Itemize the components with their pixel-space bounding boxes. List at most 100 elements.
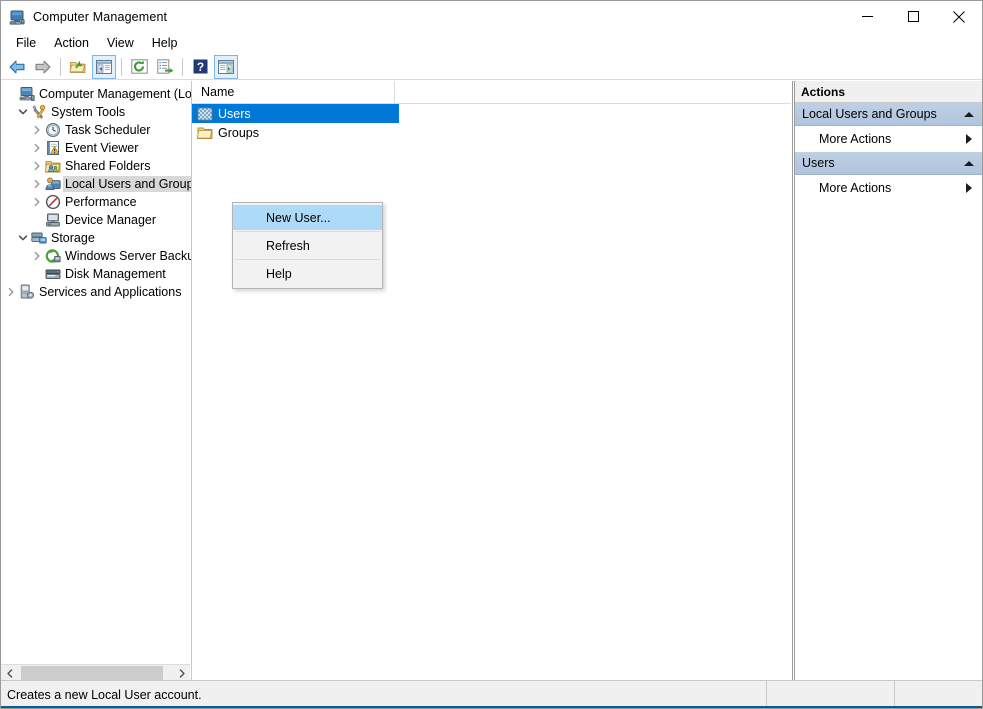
actions-group-header-local-users-and-groups[interactable]: Local Users and Groups <box>795 103 982 126</box>
title-bar: Computer Management <box>1 1 982 32</box>
refresh-icon[interactable] <box>127 55 151 79</box>
twist-placeholder <box>29 211 45 229</box>
users-folder-icon <box>197 106 213 122</box>
menu-help[interactable]: Help <box>143 34 187 52</box>
list-item-users[interactable]: Users <box>192 104 399 123</box>
svg-text:?: ? <box>196 60 203 74</box>
shared-folders-icon <box>44 158 61 174</box>
main-content: Computer Management (Local System Tools … <box>1 81 982 682</box>
tree-item-event-viewer[interactable]: Event Viewer <box>1 139 191 157</box>
status-message: Creates a new Local User account. <box>7 687 202 702</box>
toolbar-separator <box>121 57 122 76</box>
actions-pane: Actions Local Users and Groups More Acti… <box>794 81 982 682</box>
up-folder-icon[interactable] <box>66 55 90 79</box>
back-icon[interactable] <box>5 55 29 79</box>
tree-item-system-tools[interactable]: System Tools <box>1 103 191 121</box>
tree-item-storage[interactable]: Storage <box>1 229 191 247</box>
menu-action[interactable]: Action <box>45 34 98 52</box>
chevron-right-icon[interactable] <box>29 247 45 265</box>
event-viewer-icon <box>45 140 61 156</box>
performance-icon <box>45 194 61 210</box>
forward-icon[interactable] <box>31 55 55 79</box>
toolbar: ? <box>1 54 982 80</box>
computer-management-icon <box>9 9 25 25</box>
maximize-button[interactable] <box>890 1 936 32</box>
export-list-icon[interactable] <box>153 55 177 79</box>
status-segment-3 <box>894 681 982 708</box>
disk-management-icon <box>45 266 61 282</box>
storage-icon <box>31 230 47 246</box>
tree-item-shared-folders[interactable]: Shared Folders <box>1 157 191 175</box>
action-item-more-actions-local-users-and-groups[interactable]: More Actions <box>795 126 982 152</box>
context-menu-item-help[interactable]: Help <box>233 261 382 286</box>
console-tree-pane: Computer Management (Local System Tools … <box>1 81 192 682</box>
toolbar-separator <box>60 57 61 76</box>
actions-pane-title: Actions <box>795 81 982 103</box>
chevron-right-icon[interactable] <box>29 193 45 211</box>
console-tree: Computer Management (Local System Tools … <box>1 85 191 301</box>
menu-view[interactable]: View <box>98 34 143 52</box>
action-item-more-actions-users[interactable]: More Actions <box>795 175 982 201</box>
tree-item-windows-server-backup[interactable]: Windows Server Backup <box>1 247 191 265</box>
tree-item-label: Storage <box>51 231 95 245</box>
menu-file[interactable]: File <box>7 34 45 52</box>
actions-group-label: Users <box>802 156 835 170</box>
chevron-right-icon[interactable] <box>3 283 19 301</box>
windows-server-backup-icon <box>45 248 61 264</box>
services-applications-icon <box>19 284 35 300</box>
context-menu-separator <box>235 259 380 260</box>
window-title: Computer Management <box>33 9 168 24</box>
twist-placeholder <box>29 265 45 283</box>
context-menu-separator <box>235 231 380 232</box>
action-item-label: More Actions <box>819 181 892 195</box>
chevron-right-icon[interactable] <box>29 121 45 139</box>
chevron-right-icon[interactable] <box>29 175 45 193</box>
list-column-header: Name <box>192 81 791 104</box>
tree-item-label: Computer Management (Local <box>39 87 192 101</box>
tree-item-disk-management[interactable]: Disk Management <box>1 265 191 283</box>
device-manager-icon <box>45 212 61 228</box>
chevron-right-icon[interactable] <box>966 134 972 144</box>
help-icon[interactable]: ? <box>188 55 212 79</box>
chevron-up-icon[interactable] <box>964 160 974 166</box>
scrollbar-thumb[interactable] <box>21 666 163 681</box>
tree-item-label: Disk Management <box>65 267 166 281</box>
actions-group-label: Local Users and Groups <box>802 107 937 121</box>
context-menu-item-refresh[interactable]: Refresh <box>233 233 382 258</box>
tree-item-services-and-applications[interactable]: Services and Applications <box>1 283 191 301</box>
chevron-right-icon[interactable] <box>29 157 45 175</box>
list-view-pane: Name Users Groups <box>192 81 793 682</box>
toolbar-separator <box>182 57 183 76</box>
action-item-label: More Actions <box>819 132 892 146</box>
list-item-groups[interactable]: Groups <box>192 123 791 142</box>
chevron-right-icon[interactable] <box>966 183 972 193</box>
local-users-groups-icon <box>45 176 61 192</box>
tree-item-device-manager[interactable]: Device Manager <box>1 211 191 229</box>
list-item-label: Users <box>218 106 251 121</box>
show-hide-console-tree-icon[interactable] <box>92 54 116 79</box>
bottom-accent-bar <box>1 706 982 708</box>
tree-item-label: Local Users and Groups <box>63 176 191 192</box>
minimize-button[interactable] <box>844 1 890 32</box>
tree-item-local-users-and-groups[interactable]: Local Users and Groups <box>1 175 191 193</box>
system-tools-icon <box>31 104 47 120</box>
chevron-down-icon[interactable] <box>15 229 31 247</box>
column-header-name[interactable]: Name <box>192 81 395 103</box>
tree-item-label: Event Viewer <box>65 141 139 155</box>
tree-item-task-scheduler[interactable]: Task Scheduler <box>1 121 191 139</box>
close-button[interactable] <box>936 1 982 32</box>
tree-item-label: Task Scheduler <box>65 123 151 137</box>
tree-item-label: Shared Folders <box>65 159 151 173</box>
tree-item-label: System Tools <box>51 105 126 119</box>
show-hide-action-pane-icon[interactable] <box>214 54 238 79</box>
actions-group-header-users[interactable]: Users <box>795 152 982 175</box>
chevron-up-icon[interactable] <box>964 111 974 117</box>
groups-folder-icon <box>196 125 213 141</box>
tree-item-performance[interactable]: Performance <box>1 193 191 211</box>
tree-item-label: Device Manager <box>65 213 157 227</box>
chevron-down-icon[interactable] <box>15 103 31 121</box>
tree-item-computer-management[interactable]: Computer Management (Local <box>1 85 191 103</box>
list-item-label: Groups <box>218 125 259 140</box>
context-menu-item-new-user[interactable]: New User... <box>233 205 382 230</box>
chevron-right-icon[interactable] <box>29 139 45 157</box>
